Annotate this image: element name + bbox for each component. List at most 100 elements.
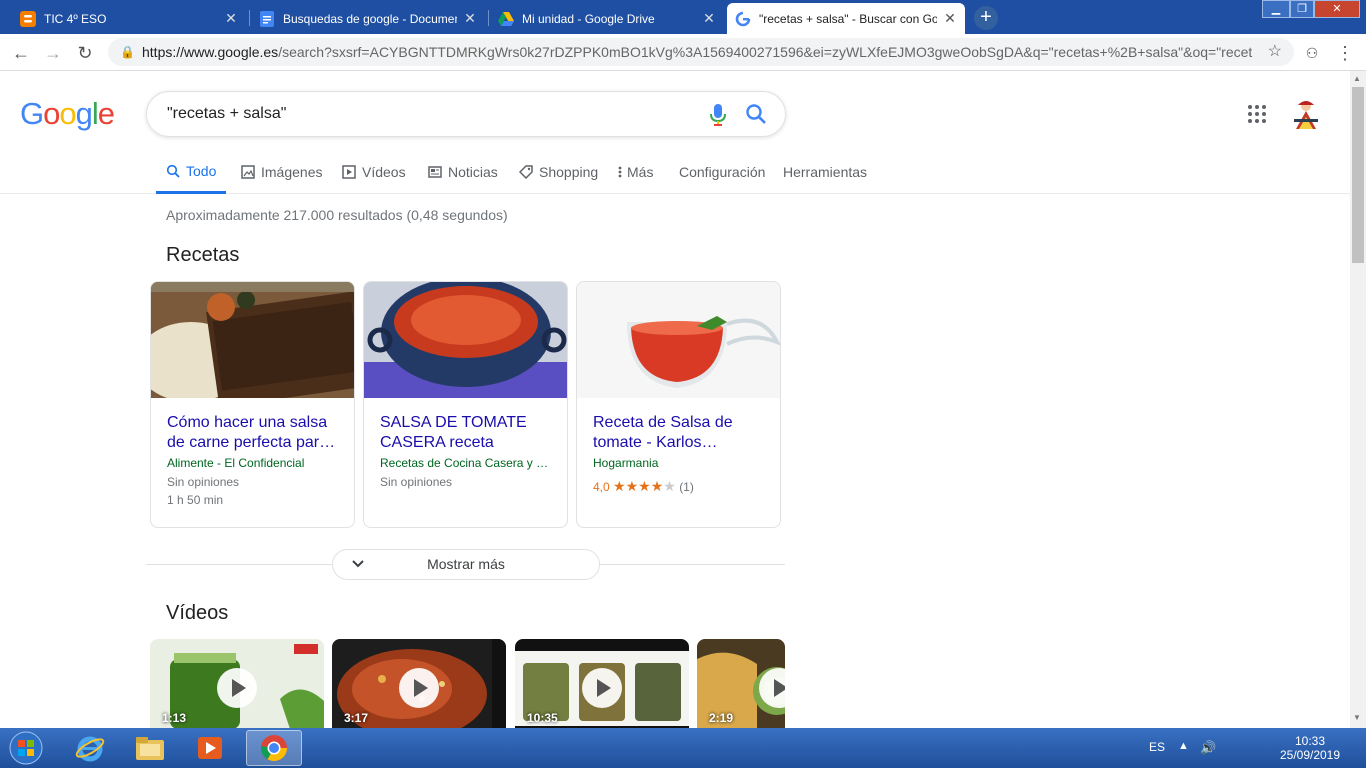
recipe-card[interactable]: SALSA DE TOMATE CASERA receta Recetas de…	[363, 281, 568, 528]
extension-icon[interactable]: ⚇	[1301, 42, 1323, 64]
scrollbar-thumb[interactable]	[1352, 87, 1364, 263]
video-duration: 1:13	[162, 711, 187, 725]
recipe-title[interactable]: SALSA DE TOMATE CASERA receta	[380, 413, 555, 453]
star-icon: ★	[638, 478, 651, 494]
close-tab-icon[interactable]: ✕	[463, 10, 477, 27]
video-duration: 2:19	[709, 711, 734, 725]
close-tab-icon[interactable]: ✕	[943, 10, 957, 27]
recipe-reviews: Sin opiniones	[380, 475, 453, 489]
section-heading-videos: Vídeos	[166, 602, 229, 624]
star-empty-icon: ★	[663, 478, 676, 494]
microphone-icon[interactable]	[707, 103, 729, 132]
language-indicator[interactable]: ES	[1149, 740, 1165, 754]
windows-taskbar: ES ▲ 🔊 10:33 25/09/2019	[0, 728, 1366, 768]
avatar[interactable]	[1288, 97, 1324, 133]
tab-separator	[249, 10, 250, 26]
bookmark-star-icon[interactable]: ☆	[1268, 38, 1282, 66]
tab-docs[interactable]: Busquedas de google - Documen ✕	[251, 3, 485, 34]
rating-value: 4,0	[593, 480, 610, 494]
lock-icon: 🔒	[120, 45, 135, 59]
recipe-reviews: Sin opiniones	[167, 475, 240, 489]
tag-icon	[519, 165, 533, 179]
address-bar[interactable]: 🔒 https://www.google.es/search?sxsrf=ACY…	[108, 38, 1294, 66]
video-duration: 10:35	[527, 711, 558, 725]
new-tab-button[interactable]: +	[974, 6, 998, 30]
volume-icon[interactable]: 🔊	[1200, 740, 1216, 756]
reload-icon[interactable]: ↻	[74, 42, 96, 64]
recipe-rating: 4,0 ★★★★★ (1)	[593, 478, 694, 495]
recipe-card[interactable]: Cómo hacer una salsa de carne perfecta p…	[150, 281, 355, 528]
tab-imagenes[interactable]: Imágenes	[241, 150, 322, 194]
start-button[interactable]	[0, 730, 52, 766]
show-more-button[interactable]: Mostrar más	[332, 549, 600, 580]
minimize-button[interactable]: ▁	[1262, 0, 1290, 18]
recipe-image	[577, 282, 780, 398]
play-icon	[399, 668, 439, 708]
maximize-button[interactable]: ❐	[1290, 0, 1314, 18]
system-clock[interactable]: 10:33 25/09/2019	[1270, 734, 1350, 762]
scroll-up-icon[interactable]: ▲	[1353, 74, 1361, 83]
clock-time: 10:33	[1294, 734, 1326, 748]
video-thumbnail[interactable]: 2:19	[697, 639, 785, 729]
tray-arrow-icon[interactable]: ▲	[1178, 740, 1189, 752]
star-icon: ★	[650, 478, 664, 494]
play-icon	[582, 668, 622, 708]
tab-mas[interactable]: Más	[617, 150, 653, 194]
recipe-title[interactable]: Receta de Salsa de tomate - Karlos…	[593, 413, 768, 453]
rating-count: (1)	[679, 480, 694, 494]
tab-herramientas[interactable]: Herramientas	[783, 150, 867, 194]
page-scrollbar[interactable]: ▲ ▼	[1350, 71, 1366, 728]
news-icon	[428, 165, 442, 179]
search-input[interactable]	[167, 102, 687, 126]
tab-tic[interactable]: TIC 4º ESO ✕	[12, 3, 246, 34]
tab-configuracion[interactable]: Configuración	[679, 150, 765, 194]
browser-tab-bar: TIC 4º ESO ✕ Busquedas de google - Docum…	[0, 0, 1366, 34]
back-icon[interactable]: ←	[10, 42, 32, 64]
video-thumbnail[interactable]: 3:17	[332, 639, 506, 729]
chevron-down-icon	[351, 550, 365, 589]
tab-title: Busquedas de google - Documen	[283, 11, 457, 26]
forward-icon[interactable]: →	[42, 42, 64, 64]
google-logo[interactable]: Google	[20, 96, 115, 132]
clock-date: 25/09/2019	[1279, 748, 1341, 762]
search-box	[146, 91, 786, 137]
recipe-card[interactable]: Receta de Salsa de tomate - Karlos… Hoga…	[576, 281, 781, 528]
recipe-title[interactable]: Cómo hacer una salsa de carne perfecta p…	[167, 413, 342, 453]
tab-google-search[interactable]: "recetas + salsa" - Buscar con Go ✕	[727, 3, 965, 34]
tab-videos[interactable]: Vídeos	[342, 150, 406, 194]
scroll-down-icon[interactable]: ▼	[1353, 713, 1361, 722]
play-icon	[342, 165, 356, 179]
tab-separator	[488, 10, 489, 26]
blogger-icon	[20, 10, 36, 27]
more-vert-icon	[617, 165, 623, 179]
search-icon	[166, 164, 180, 178]
close-tab-icon[interactable]: ✕	[702, 10, 716, 27]
file-explorer-icon[interactable]	[122, 730, 178, 766]
video-thumbnail[interactable]: 1:13	[150, 639, 324, 729]
recipe-time: 1 h 50 min	[167, 493, 224, 507]
chrome-taskbar-icon[interactable]	[246, 730, 302, 766]
apps-grid-icon[interactable]	[1246, 103, 1268, 130]
tab-shopping[interactable]: Shopping	[519, 150, 598, 194]
tab-noticias[interactable]: Noticias	[428, 150, 498, 194]
browser-toolbar: ← → ↻ 🔒 https://www.google.es/search?sxs…	[0, 34, 1366, 71]
star-icon: ★	[613, 478, 626, 494]
result-stats: Aproximadamente 217.000 resultados (0,48…	[166, 207, 508, 223]
close-window-button[interactable]: ✕	[1314, 0, 1360, 18]
video-thumbnail[interactable]: 10:35	[515, 639, 689, 729]
drive-icon	[498, 11, 514, 27]
close-tab-icon[interactable]: ✕	[224, 10, 238, 27]
star-icon: ★	[625, 478, 639, 494]
tab-drive[interactable]: Mi unidad - Google Drive ✕	[490, 3, 724, 34]
tab-title: "recetas + salsa" - Buscar con Go	[759, 11, 937, 26]
media-player-icon[interactable]	[182, 730, 238, 766]
recipe-source: Recetas de Cocina Casera y …	[380, 456, 549, 470]
menu-icon[interactable]: ⋮	[1334, 42, 1356, 64]
tab-todo[interactable]: Todo	[156, 150, 227, 194]
play-icon	[217, 668, 257, 708]
internet-explorer-icon[interactable]	[62, 730, 118, 766]
search-icon[interactable]	[745, 103, 767, 130]
recipe-image	[364, 282, 567, 398]
recipe-image	[151, 282, 354, 398]
image-icon	[241, 165, 255, 179]
